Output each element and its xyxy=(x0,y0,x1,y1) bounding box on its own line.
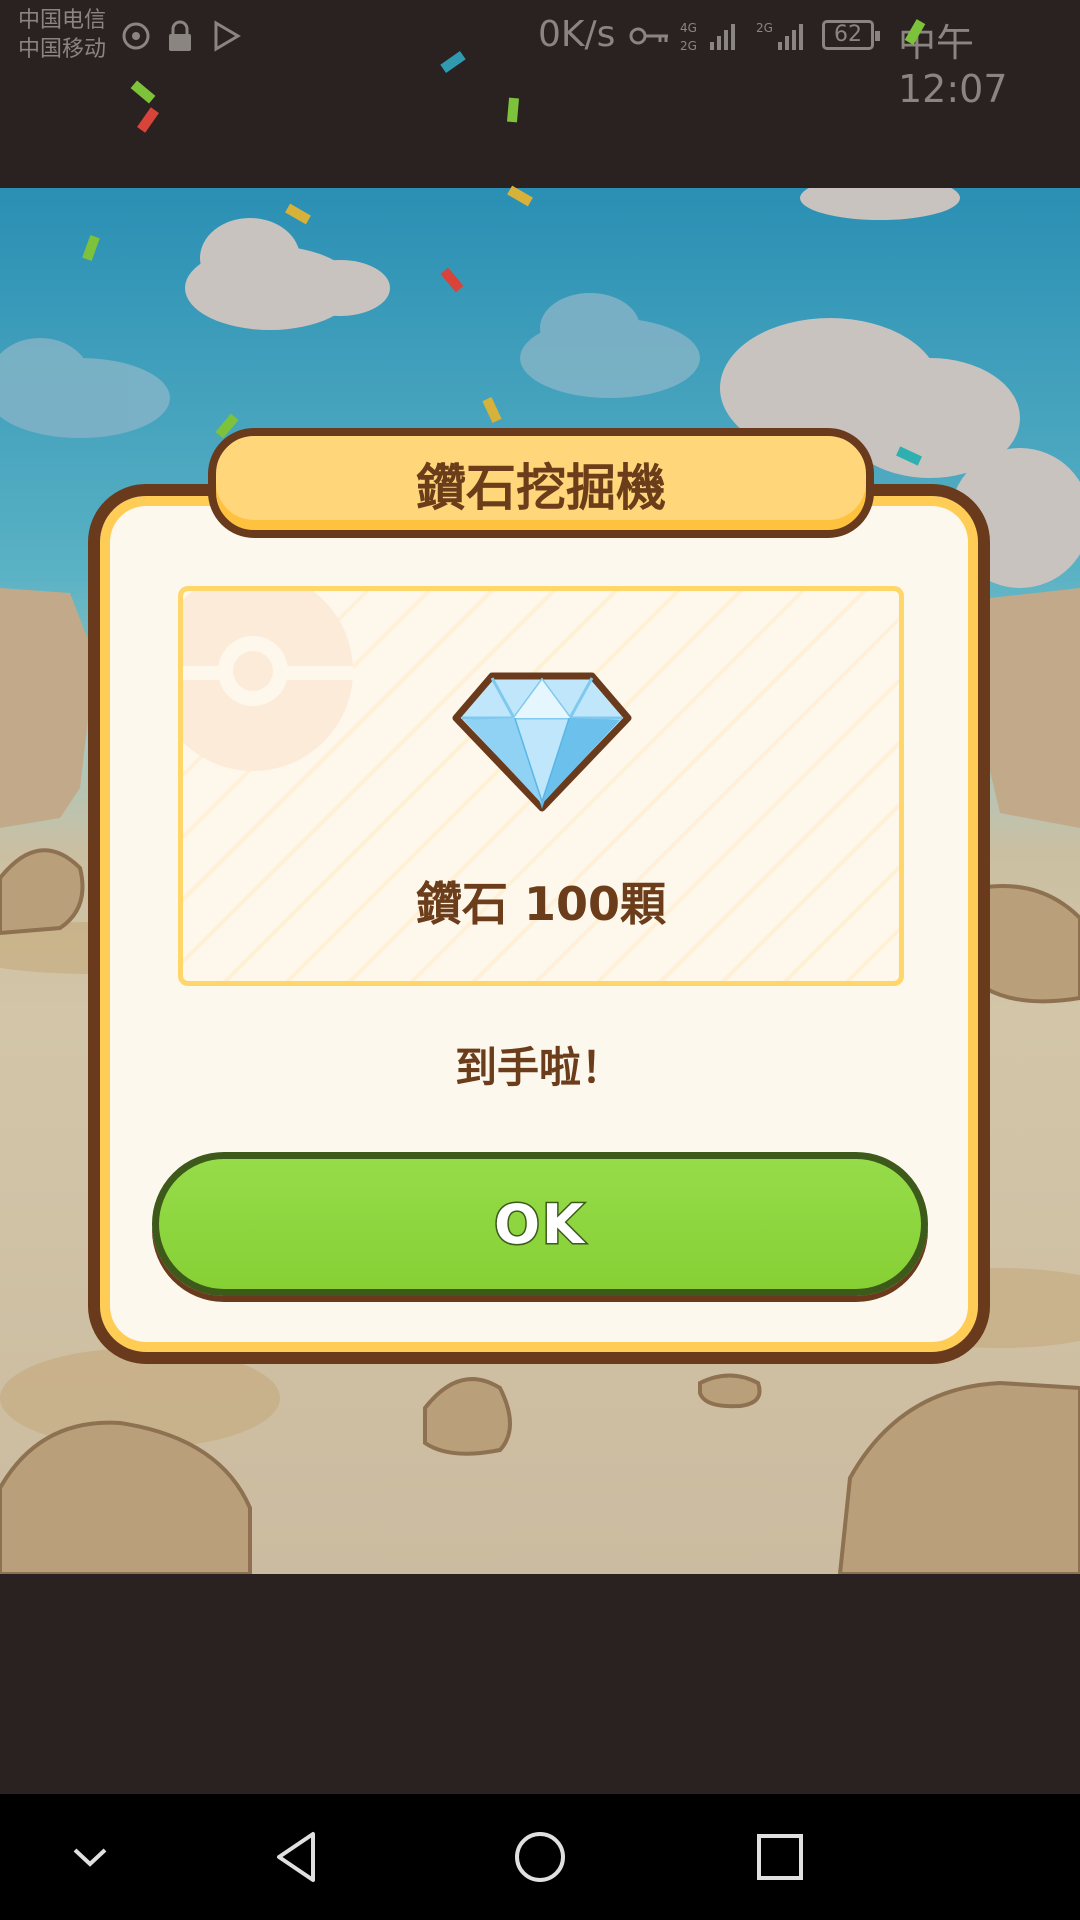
reward-message: 到手啦！ xyxy=(454,1043,623,1092)
ok-button-label: OK xyxy=(493,1192,586,1258)
back-icon[interactable] xyxy=(265,1822,335,1892)
collapse-icon[interactable] xyxy=(55,1822,125,1892)
diamond-gem-icon xyxy=(452,672,632,812)
right-cliff xyxy=(975,588,1080,828)
ok-button[interactable]: OK xyxy=(152,1152,928,1296)
dialog-title: 鑽石挖掘機 xyxy=(416,459,666,517)
navigation-bar xyxy=(0,1794,1080,1920)
recents-icon[interactable] xyxy=(745,1822,815,1892)
home-icon[interactable] xyxy=(505,1822,575,1892)
reward-amount-label: 鑽石 100顆 xyxy=(415,877,667,931)
left-cliff xyxy=(0,588,95,828)
